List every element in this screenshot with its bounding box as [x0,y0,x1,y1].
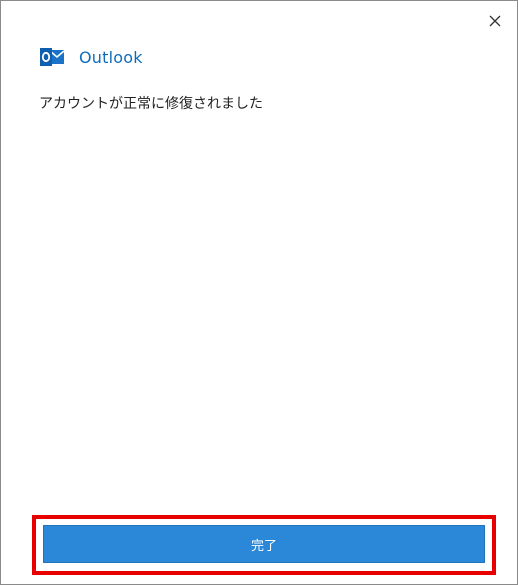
close-button[interactable] [485,11,505,31]
repair-complete-dialog: Outlook アカウントが正常に修復されました 完了 [0,0,518,585]
outlook-logo-icon [40,48,65,66]
done-button[interactable]: 完了 [43,525,485,563]
status-message: アカウントが正常に修復されました [39,96,263,112]
app-title: Outlook [79,47,143,67]
dialog-header: Outlook [39,45,143,69]
close-icon [489,15,501,27]
